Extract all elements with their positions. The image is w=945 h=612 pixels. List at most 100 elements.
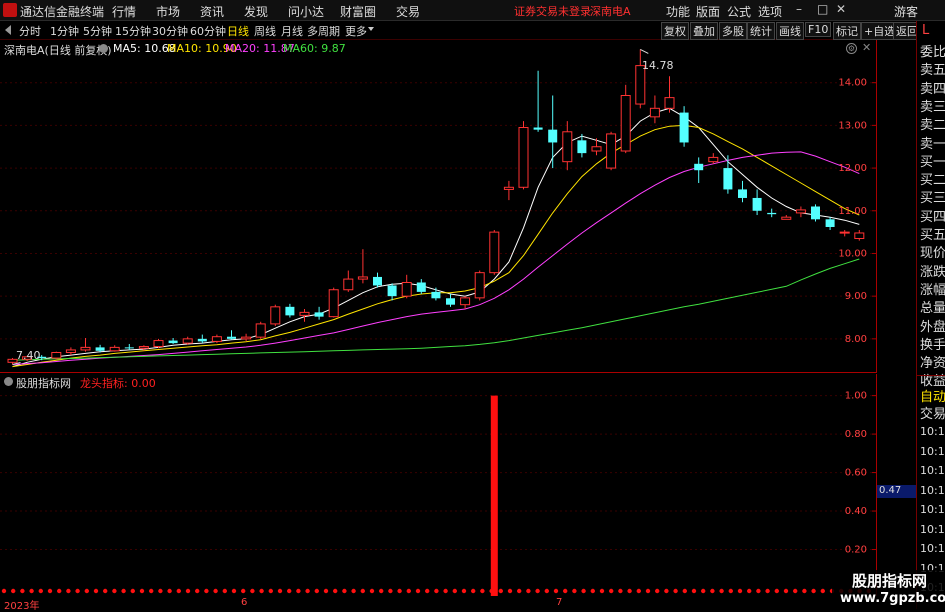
period-weekly[interactable]: 周线: [254, 23, 276, 39]
tool-restore-rights[interactable]: 复权: [661, 22, 689, 40]
indicator-zero-dot: [774, 588, 779, 594]
indicator-zero-dot: [176, 588, 181, 594]
panel-item[interactable]: 涨跌: [920, 261, 945, 280]
indicator-zero-dot: [287, 588, 292, 594]
period-15min[interactable]: 15分钟: [115, 23, 151, 39]
panel-item[interactable]: 卖五: [920, 59, 945, 78]
panel-item[interactable]: 现价: [920, 242, 945, 261]
panel-trade[interactable]: 交易: [920, 403, 945, 422]
panel-item[interactable]: 涨幅: [920, 279, 945, 298]
indicator-settings-icon[interactable]: [4, 377, 13, 386]
candle-body-up: [299, 311, 310, 316]
stock-chart-label: 深南电A(日线 前复权): [4, 44, 112, 57]
menu-news[interactable]: 资讯: [200, 3, 224, 20]
candle-body-down: [825, 219, 835, 227]
tool-draw-line[interactable]: 画线: [776, 22, 804, 40]
panel-item[interactable]: 买三: [920, 187, 945, 206]
panel-item[interactable]: 委比: [920, 41, 945, 60]
indicator-zero-dot: [682, 588, 687, 594]
user-guest[interactable]: 游客: [894, 3, 918, 20]
maximize-icon[interactable]: □: [817, 2, 828, 16]
indicator-zero-dot: [222, 588, 227, 594]
close-icon[interactable]: ✕: [836, 2, 846, 16]
indicator-zero-dot: [802, 588, 807, 594]
indicator-zero-dot: [811, 588, 816, 594]
indicator-zero-dot: [627, 588, 632, 594]
panel-item[interactable]: 买一: [920, 151, 945, 170]
menu-market-quotes[interactable]: 行情: [112, 3, 136, 20]
period-5min[interactable]: 5分钟: [83, 23, 112, 39]
period-intraday[interactable]: 分时: [19, 23, 41, 39]
menu-options[interactable]: 选项: [758, 3, 782, 20]
tool-f10[interactable]: F10: [805, 22, 832, 37]
tool-statistics[interactable]: 统计: [747, 22, 775, 40]
period-1min[interactable]: 1分钟: [50, 23, 79, 39]
menu-trade[interactable]: 交易: [396, 3, 420, 20]
candle-body-up: [503, 186, 514, 190]
panel-item[interactable]: 买二: [920, 169, 945, 188]
indicator-zero-dot: [75, 588, 80, 594]
panel-item[interactable]: 买五: [920, 224, 945, 243]
menu-market[interactable]: 市场: [156, 3, 180, 20]
indicator-zero-dot: [636, 588, 641, 594]
indicator-zero-dot: [425, 588, 430, 594]
quote-side-panel: L 委比 卖五 卖四 卖三 卖二 卖一 买一 买二 买三 买四 买五 现价 涨跌 涨幅 总量 外盘 换手 净资 收益…: [916, 21, 945, 609]
candle-body-down: [694, 163, 704, 171]
panel-item[interactable]: 卖二: [920, 114, 945, 133]
menu-discover[interactable]: 发现: [244, 3, 268, 20]
period-30min[interactable]: 30分钟: [152, 23, 188, 39]
candle-body-up: [255, 323, 266, 338]
panel-item[interactable]: 外盘: [920, 316, 945, 335]
x-label-july: 7: [556, 597, 563, 608]
panel-item[interactable]: 卖四: [920, 78, 945, 97]
indicator-zero-dot: [664, 588, 669, 594]
y-tick-label: 0.60: [845, 468, 867, 479]
panel-item[interactable]: 卖三: [920, 96, 945, 115]
period-60min[interactable]: 60分钟: [190, 23, 226, 39]
panel-item[interactable]: 买四: [920, 206, 945, 225]
indicator-zero-dot: [756, 588, 761, 594]
panel-time: 10:17: [920, 542, 945, 555]
close-panel-icon[interactable]: ✕: [862, 41, 871, 54]
panel-item[interactable]: 净资: [920, 352, 945, 371]
indicator-zero-dot: [379, 588, 384, 594]
gear-icon[interactable]: ⚙: [846, 43, 857, 54]
indicator-panel-label: 股朋指标网: [16, 377, 71, 390]
period-multi[interactable]: 多周期: [307, 23, 340, 39]
candle-body-up: [80, 346, 91, 351]
menu-bar: 通达信金融终端 行情 市场 资讯 发现 问小达 财富圈 交易 证券交易未登录 深…: [0, 0, 945, 21]
period-monthly[interactable]: 月线: [281, 23, 303, 39]
panel-item[interactable]: 换手: [920, 334, 945, 353]
menu-layout[interactable]: 版面: [696, 3, 720, 20]
tool-multi-stock[interactable]: 多股: [719, 22, 747, 40]
menu-wealth-circle[interactable]: 财富圈: [340, 3, 376, 20]
panel-item[interactable]: 总量: [920, 297, 945, 316]
menu-formula[interactable]: 公式: [727, 3, 751, 20]
indicator-zero-dot: [443, 588, 448, 594]
panel-item[interactable]: 卖一: [920, 133, 945, 152]
candle-body-down: [723, 168, 733, 190]
candle-body-down: [285, 306, 295, 316]
tool-mark[interactable]: 标记: [833, 22, 861, 40]
chevron-down-icon[interactable]: [368, 27, 374, 31]
menu-function[interactable]: 功能: [666, 3, 690, 20]
indicator-zero-dot: [507, 588, 513, 594]
candle-body-up: [708, 156, 719, 163]
menu-ask[interactable]: 问小达: [288, 3, 324, 20]
indicator-zero-dot: [783, 588, 789, 594]
settings-dot-icon[interactable]: [99, 44, 108, 53]
tool-overlay[interactable]: 叠加: [690, 22, 718, 40]
period-daily[interactable]: 日线: [227, 23, 249, 39]
current-stock-name: 深南电A: [590, 5, 631, 18]
candlestick-chart[interactable]: 8.00 9.00 10.00 11.00 12.00 13.00 14.00: [0, 40, 877, 373]
y-tick-label: 14.00: [838, 78, 867, 89]
period-more[interactable]: 更多: [345, 23, 367, 39]
indicator-zero-dot: [213, 588, 218, 594]
candle-body-up: [211, 336, 222, 342]
indicator-zero-dot: [268, 588, 273, 594]
minimize-icon[interactable]: –: [796, 2, 802, 16]
collapse-left-icon[interactable]: [5, 25, 11, 35]
indicator-zero-dot: [701, 588, 706, 594]
low-price-marker: 7.40: [16, 349, 41, 362]
indicator-chart[interactable]: 0.20 0.40 0.60 0.80 1.00: [0, 374, 877, 596]
